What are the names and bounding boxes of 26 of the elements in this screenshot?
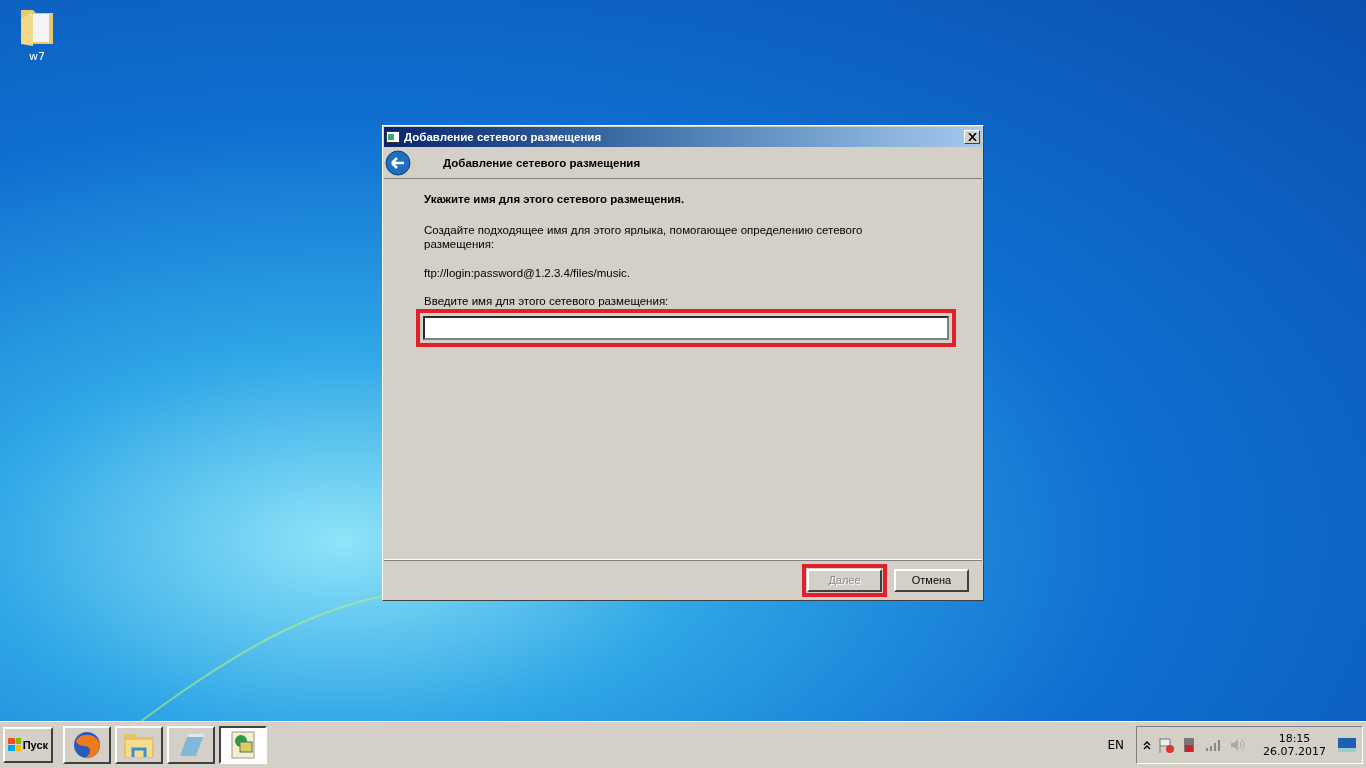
- window-icon: [386, 131, 400, 143]
- instruction-heading: Укажите имя для этого сетевого размещения.: [424, 193, 686, 205]
- wizard-header: Добавление сетевого размещения: [443, 157, 641, 169]
- network-folder-icon: [228, 730, 258, 760]
- fox-globe-icon: [72, 730, 102, 760]
- cancel-button[interactable]: Отмена: [894, 568, 969, 592]
- field-label: Введите имя для этого сетевого размещения:: [424, 295, 670, 307]
- window-title: Добавление сетевого размещения: [404, 131, 603, 143]
- clock[interactable]: 18:15 26.07.2017: [1263, 732, 1326, 758]
- description-text: Создайте подходящее имя для этого ярлыка, помогающее определению сетевого размещения:: [424, 223, 864, 251]
- folder-icon: [123, 731, 155, 759]
- show-desktop-icon[interactable]: [1338, 738, 1356, 752]
- address-text: ftp://login:password@1.2.3.4/files/music.: [424, 266, 631, 280]
- back-button[interactable]: [385, 150, 411, 176]
- clock-date: 26.07.2017: [1263, 745, 1326, 758]
- desktop-icon-label[interactable]: w7: [29, 50, 45, 63]
- flag-icon[interactable]: [1157, 736, 1175, 754]
- close-button[interactable]: [964, 130, 980, 144]
- clock-time: 18:15: [1278, 732, 1311, 745]
- windows-logo-icon: [8, 738, 21, 752]
- start-button[interactable]: Пуск: [3, 727, 53, 763]
- close-icon: [967, 133, 977, 141]
- language-indicator[interactable]: EN: [1099, 738, 1132, 752]
- taskbar-app-button[interactable]: [219, 726, 267, 764]
- name-input-field[interactable]: [423, 316, 949, 340]
- chevron-up-icon[interactable]: [1143, 740, 1151, 750]
